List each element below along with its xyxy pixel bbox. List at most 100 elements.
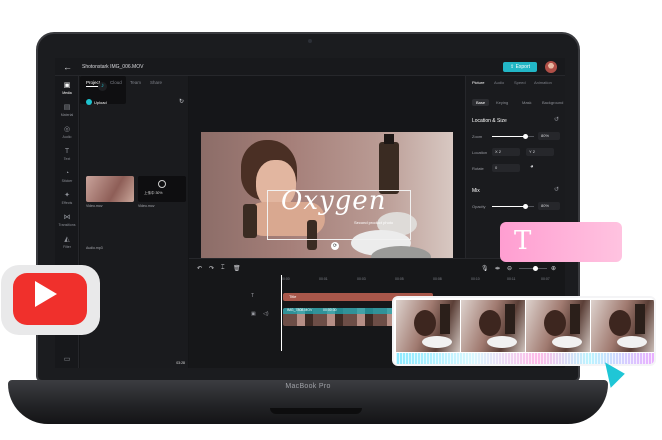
film-frame — [526, 300, 590, 352]
zoom-label: Zoom — [472, 134, 483, 139]
tab-animation[interactable]: Animation — [534, 80, 552, 85]
opacity-label: Opacity — [472, 204, 486, 209]
ruler-tick: 00:03 — [357, 277, 366, 281]
location-x-field[interactable]: X 2 — [492, 148, 520, 156]
mute-icon[interactable]: ◁) — [263, 311, 269, 317]
upload-progress-text: 上传中 30% — [144, 191, 163, 195]
text-icon: T — [64, 148, 70, 155]
zoom-slider[interactable] — [492, 134, 534, 139]
timeline-zoom-slider[interactable] — [519, 266, 547, 271]
rail-label: Material — [60, 113, 74, 117]
rail-item-filter[interactable]: ◭ Filter — [55, 236, 79, 249]
laptop-base: MacBook Pro — [8, 380, 608, 424]
avatar[interactable] — [545, 61, 557, 73]
subtab-mask[interactable]: Mask — [522, 100, 532, 105]
location-y-field[interactable]: Y 2 — [526, 148, 554, 156]
subtab-keying[interactable]: Keying — [496, 100, 508, 105]
ruler-tick: 00:10 — [471, 277, 480, 281]
transitions-icon: ⋈ — [63, 214, 71, 221]
media-item-video-1[interactable] — [86, 176, 134, 202]
rotate-field[interactable]: 0 — [492, 164, 520, 172]
tab-speed[interactable]: Speed — [514, 80, 526, 85]
rail-item-text[interactable]: T Text — [55, 148, 79, 161]
rail-item-transitions[interactable]: ⋈ Transitions — [55, 214, 79, 227]
tab-picture[interactable]: Picture — [472, 80, 484, 85]
zoom-out-icon[interactable]: ⊖ — [507, 265, 512, 272]
x-prefix: X — [495, 149, 498, 154]
music-note-icon: ♪ — [98, 82, 107, 91]
filmstrip-card — [392, 296, 656, 366]
tab-share[interactable]: Share — [150, 80, 162, 85]
media-icon: ▣ — [63, 82, 71, 89]
preview-panel: Oxygen Second product photo ⟳ 00:02:46 /… — [189, 76, 465, 315]
opacity-slider[interactable] — [492, 204, 534, 209]
rotate-dial-icon[interactable]: ◕ — [530, 164, 534, 170]
product-bottle — [243, 204, 257, 238]
effects-icon: ✦ — [64, 192, 70, 199]
y-value: 2 — [532, 149, 535, 154]
zoom-slider-fill — [492, 136, 526, 137]
subtab-base[interactable]: Base — [472, 99, 490, 106]
rotate-handle-icon[interactable]: ⟳ — [331, 242, 339, 250]
video-track-icon: ▣ — [251, 311, 256, 317]
opacity-slider-knob[interactable] — [523, 204, 529, 209]
rail-label: Sticker — [61, 179, 73, 183]
upload-label: Upload — [94, 99, 107, 105]
title-overlay-text[interactable]: Oxygen — [281, 186, 386, 216]
rail-label: Transitions — [58, 223, 76, 227]
refresh-icon[interactable]: ↻ — [179, 98, 184, 105]
laptop-notch — [270, 408, 362, 414]
y-prefix: Y — [529, 149, 532, 154]
opacity-slider-fill — [492, 206, 526, 207]
film-frame — [461, 300, 525, 352]
playhead[interactable] — [281, 275, 282, 351]
reset-icon[interactable]: ↺ — [554, 116, 559, 123]
keyboard-icon: ▭ — [63, 356, 71, 363]
zoom-field[interactable]: 80% — [538, 132, 560, 140]
rail-item-media[interactable]: ▣ Media — [55, 82, 79, 95]
upload-progress-icon — [158, 180, 166, 188]
ruler-tick: 00:08 — [433, 277, 442, 281]
ruler-tick: 00:00 — [281, 277, 290, 281]
redo-icon[interactable]: ↷ — [209, 265, 214, 272]
zoom-in-icon[interactable]: ⊕ — [551, 265, 556, 272]
ruler-tick: 00:05 — [395, 277, 404, 281]
keyboard-shortcuts-button[interactable]: ▭ — [55, 356, 79, 364]
film-frame — [396, 300, 460, 352]
video-canvas[interactable]: Oxygen Second product photo ⟳ — [201, 132, 453, 274]
zoom-slider-knob[interactable] — [523, 134, 529, 139]
back-arrow-icon[interactable]: ← — [63, 62, 72, 72]
tab-audio[interactable]: Audio — [494, 80, 504, 85]
delete-icon[interactable]: 🗑 — [233, 265, 241, 272]
media-item-video-2[interactable]: 上传中 30% — [138, 176, 186, 202]
rotate-label: Rotate — [472, 166, 484, 171]
undo-icon[interactable]: ↶ — [197, 265, 202, 272]
media-item-label: Video.mov — [138, 204, 155, 208]
export-button[interactable]: ⇪ Export — [503, 62, 537, 72]
mic-icon[interactable]: 🎙 — [481, 265, 489, 272]
rail-item-sticker[interactable]: ◔ Sticker — [55, 170, 79, 183]
section-mix: Mix — [472, 188, 480, 194]
x-value: 2 — [498, 149, 502, 154]
rail-item-material[interactable]: ▤ Material — [55, 104, 79, 117]
audio-waveform-lines — [396, 353, 654, 364]
subtitle-overlay-text[interactable]: Second product photo — [354, 220, 393, 225]
filter-icon: ◭ — [64, 236, 70, 243]
play-icon — [35, 281, 57, 307]
rail-item-audio[interactable]: ◎ Audio — [55, 126, 79, 139]
tab-cloud[interactable]: Cloud — [110, 80, 122, 85]
opacity-field[interactable]: 80% — [538, 202, 560, 210]
video-clip-time: 00:00:30 — [323, 308, 337, 312]
split-icon[interactable]: ⌶ — [221, 265, 225, 272]
timeline-zoom-knob[interactable] — [533, 266, 538, 271]
upload-button[interactable]: Upload — [86, 99, 107, 105]
reset-icon[interactable]: ↺ — [554, 186, 559, 193]
marketing-illustration: ← Shotonstark IMG_006.MOV ⇪ Export ▣ Med… — [0, 0, 662, 440]
tab-team[interactable]: Team — [130, 80, 141, 85]
film-frame — [591, 300, 654, 352]
text-tool-card: T — [500, 222, 622, 262]
subtab-background[interactable]: Background — [542, 100, 563, 105]
audio-duration: 03:28 — [176, 361, 185, 365]
link-icon[interactable]: ⇹ — [495, 265, 500, 272]
rail-item-effects[interactable]: ✦ Effects — [55, 192, 79, 205]
